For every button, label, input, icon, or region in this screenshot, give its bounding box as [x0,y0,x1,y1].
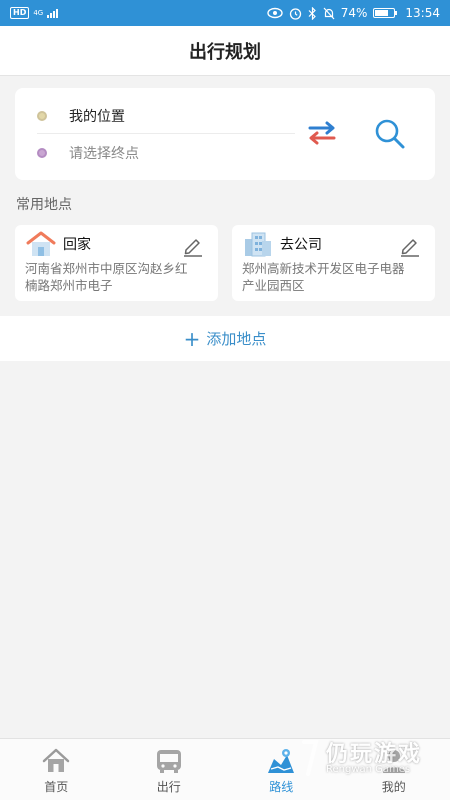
destination-dot-icon [37,148,47,158]
tab-label: 首页 [44,780,69,794]
frequent-places-title: 常用地点 [16,197,72,213]
place-name: 回家 [63,237,91,253]
header: 出行规划 [0,26,450,76]
tab-home[interactable]: 首页 [0,739,113,800]
alarm-icon [289,7,301,20]
clock: 13:54 [405,6,440,20]
signal-icon [47,8,59,18]
tab-mine[interactable]: 我的 [338,739,450,800]
battery-icon [373,8,398,18]
bus-icon [156,750,181,773]
place-address: 河南省郑州市中原区沟赵乡红楠路郑州市电子 [25,261,188,293]
destination-field[interactable]: 请选择终点 [37,135,295,171]
plus-icon: + [183,326,201,351]
place-card-work[interactable]: 去公司 郑州高新技术开发区电子电器产业园西区 [232,225,435,301]
add-place-button[interactable]: + 添加地点 [0,316,450,361]
tab-label: 出行 [156,780,181,794]
mute-bell-icon [323,7,335,19]
home-icon [43,748,70,772]
bluetooth-icon [308,6,316,20]
search-icon[interactable] [372,116,408,152]
origin-field[interactable]: 我的位置 [37,98,295,134]
add-place-label: 添加地点 [206,330,267,348]
place-address: 郑州高新技术开发区电子电器产业园西区 [242,261,405,293]
origin-dot-icon [37,110,47,121]
tab-route[interactable]: 路线 [225,739,338,800]
route-map-icon [268,749,295,773]
edit-icon[interactable] [182,235,204,257]
office-building-icon [245,232,271,257]
hd-badge: HD [10,7,30,19]
user-icon [382,750,405,773]
edit-icon[interactable] [399,235,421,257]
page-title: 出行规划 [189,41,261,63]
place-name: 去公司 [280,237,322,253]
tab-travel[interactable]: 出行 [113,739,226,800]
eye-icon [267,7,283,19]
origin-label: 我的位置 [69,108,125,125]
tab-label: 我的 [381,780,406,794]
house-icon [26,231,56,256]
place-card-home[interactable]: 回家 河南省郑州市中原区沟赵乡红楠路郑州市电子 [15,225,218,301]
status-bar: HD 4G 74% 13:54 [0,0,450,26]
network-type: 4G [33,8,44,17]
route-card: 我的位置 请选择终点 [15,88,435,180]
destination-placeholder: 请选择终点 [69,146,139,162]
swap-direction-icon[interactable] [305,118,339,148]
battery-percent: 74% [340,6,368,20]
bottom-tab-bar: 首页 出行 路线 我的 [0,738,450,800]
tab-label: 路线 [269,780,294,794]
